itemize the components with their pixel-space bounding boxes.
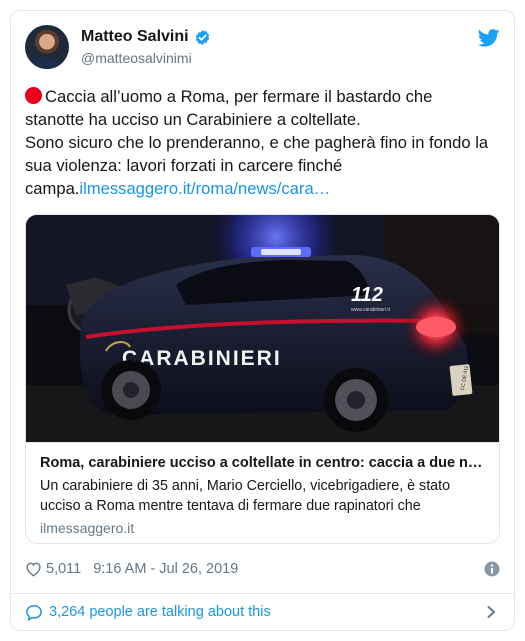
display-name[interactable]: Matteo Salvini	[81, 28, 189, 46]
link-preview-card[interactable]: CARABINIERI 112 www.carabinieri.it CC DE…	[25, 214, 500, 544]
card-title[interactable]: Roma, carabiniere ucciso a coltellate in…	[40, 453, 487, 473]
tweet-line-4: sua violenza: lavori forzati in carcere …	[25, 156, 343, 175]
tweet-line-1: Caccia all’uomo a Roma, per fermare il b…	[25, 85, 500, 108]
info-icon[interactable]	[484, 561, 500, 577]
tweet-header: Matteo Salvini @matteosalvinimi	[25, 25, 500, 69]
divider	[11, 593, 514, 594]
card-image[interactable]: CARABINIERI 112 www.carabinieri.it CC DE…	[26, 215, 499, 442]
tweet-link[interactable]: ilmessaggero.it/roma/news/cara…	[79, 179, 330, 198]
carabinieri-car-illustration: CARABINIERI 112 www.carabinieri.it CC DE…	[26, 215, 499, 442]
car-site: www.carabinieri.it	[351, 307, 391, 313]
verified-badge-icon	[195, 29, 209, 45]
conversation-label[interactable]: 3,264 people are talking about this	[49, 604, 271, 620]
card-meta[interactable]: Roma, carabiniere ucciso a coltellate in…	[26, 442, 499, 543]
tweet-text: Caccia all’uomo a Roma, per fermare il b…	[25, 85, 500, 200]
conversation-link[interactable]: 3,264 people are talking about this	[25, 599, 500, 625]
tweet-line-5: campa.ilmessaggero.it/roma/news/cara…	[25, 179, 331, 198]
like-count[interactable]: 5,011	[46, 561, 81, 577]
tweet-card[interactable]: Matteo Salvini @matteosalvinimi Caccia a…	[10, 10, 515, 631]
card-description: Un carabiniere di 35 anni, Mario Cerciel…	[40, 478, 451, 514]
card-domain[interactable]: ilmessaggero.it	[40, 520, 487, 536]
tweet-line-3: Sono sicuro che lo prenderanno, e che pa…	[25, 133, 489, 152]
speech-bubble-icon	[26, 604, 42, 621]
car-number: 112	[351, 284, 383, 306]
heart-icon[interactable]	[25, 561, 42, 577]
red-circle-emoji-icon	[25, 87, 42, 104]
tweet-meta-row: 5,011 9:16 AM - Jul 26, 2019	[25, 557, 500, 581]
timestamp[interactable]: 9:16 AM - Jul 26, 2019	[93, 561, 238, 577]
name-row: Matteo Salvini	[81, 28, 211, 46]
avatar[interactable]	[25, 25, 69, 69]
tweet-line-2: stanotte ha ucciso un Carabiniere a colt…	[25, 110, 361, 129]
handle[interactable]: @matteosalvinimi	[81, 50, 192, 66]
twitter-bird-icon[interactable]	[478, 29, 500, 47]
chevron-right-icon[interactable]	[486, 605, 496, 619]
